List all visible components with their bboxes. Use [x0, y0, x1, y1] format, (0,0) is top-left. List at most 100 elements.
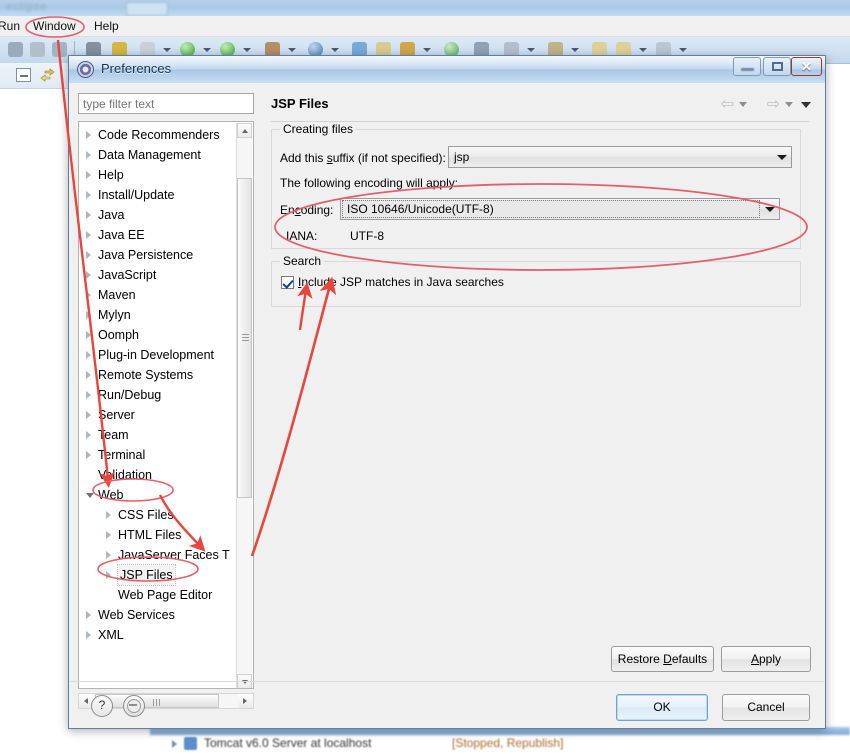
- tree-item-maven[interactable]: Maven: [79, 285, 239, 305]
- toolbar-icon-save[interactable]: [30, 42, 45, 57]
- ok-button[interactable]: OK: [616, 694, 708, 721]
- tree-expand-triangle-icon[interactable]: [86, 351, 91, 359]
- close-button[interactable]: ✕: [791, 57, 822, 76]
- tree-item-java-persistence[interactable]: Java Persistence: [79, 245, 239, 265]
- tree-item-server[interactable]: Server: [79, 405, 239, 425]
- tree-item-plug-in-development[interactable]: Plug-in Development: [79, 345, 239, 365]
- toolbar-icon-print[interactable]: [52, 42, 67, 57]
- back-dropdown-caret-icon[interactable]: [739, 102, 747, 107]
- server-list-item[interactable]: Tomcat v6.0 Server at localhost [Stopped…: [172, 736, 692, 752]
- toolbar-dropdown-refresh[interactable]: [571, 48, 579, 52]
- tree-item-javaserver-faces-t[interactable]: JavaServer Faces T: [79, 545, 239, 565]
- tree-item-team[interactable]: Team: [79, 425, 239, 445]
- tree-item-label: Install/Update: [98, 188, 175, 202]
- forward-dropdown-caret-icon[interactable]: [785, 102, 793, 107]
- help-button[interactable]: ?: [91, 695, 113, 717]
- tree-expand-triangle-icon[interactable]: [86, 131, 91, 139]
- tree-expand-triangle-icon[interactable]: [86, 311, 91, 319]
- encoding-combobox[interactable]: ISO 10646/Unicode(UTF-8): [340, 198, 780, 220]
- tree-expand-triangle-icon[interactable]: [86, 411, 91, 419]
- maximize-button[interactable]: [763, 57, 791, 76]
- tree-item-css-files[interactable]: CSS Files: [79, 505, 239, 525]
- toolbar-dropdown-link[interactable]: [679, 48, 687, 52]
- menu-item-help[interactable]: Help: [90, 18, 123, 34]
- tree-expand-triangle-icon[interactable]: [86, 391, 91, 399]
- filter-input[interactable]: [78, 93, 254, 114]
- tree-expand-triangle-icon[interactable]: [86, 631, 91, 639]
- apply-button[interactable]: Apply: [721, 646, 811, 672]
- tree-item-java[interactable]: Java: [79, 205, 239, 225]
- tree-expand-triangle-icon[interactable]: [86, 371, 91, 379]
- tree-item-run-debug[interactable]: Run/Debug: [79, 385, 239, 405]
- include-jsp-matches-checkbox[interactable]: [281, 276, 294, 289]
- tree-horizontal-scroll-thumb[interactable]: [95, 694, 219, 708]
- encoding-dropdown-icon[interactable]: [760, 199, 779, 219]
- tree-item-jsp-files[interactable]: JSP Files: [79, 564, 239, 586]
- page-menu-caret-icon[interactable]: [801, 102, 811, 108]
- tree-expand-triangle-icon[interactable]: [86, 151, 91, 159]
- shell-button[interactable]: [123, 695, 145, 717]
- tree-item-html-files[interactable]: HTML Files: [79, 525, 239, 545]
- tree-expand-triangle-icon[interactable]: [86, 431, 91, 439]
- tree-expand-triangle-icon[interactable]: [86, 231, 91, 239]
- tree-expand-triangle-icon[interactable]: [86, 451, 91, 459]
- tree-item-web-services[interactable]: Web Services: [79, 605, 239, 625]
- tree-expand-triangle-icon[interactable]: [86, 611, 91, 619]
- toolbar-dropdown-build[interactable]: [163, 48, 171, 52]
- toolbar-dropdown-run[interactable]: [203, 48, 211, 52]
- back-navigation-icon[interactable]: ⇦: [721, 97, 734, 113]
- toolbar-dropdown-history[interactable]: [527, 48, 535, 52]
- minimize-button[interactable]: [733, 57, 761, 76]
- restore-defaults-button[interactable]: Restore Defaults: [611, 646, 714, 672]
- tree-item-install-update[interactable]: Install/Update: [79, 185, 239, 205]
- tree-item-remote-systems[interactable]: Remote Systems: [79, 365, 239, 385]
- link-with-editor-icon[interactable]: [40, 68, 55, 82]
- tree-item-web[interactable]: Web: [79, 485, 239, 505]
- forward-navigation-icon[interactable]: ⇨: [767, 97, 780, 113]
- tree-expand-triangle-icon[interactable]: [86, 191, 91, 199]
- tree-item-validation[interactable]: Validation: [79, 465, 239, 485]
- menu-item-window[interactable]: Window: [29, 18, 80, 34]
- tree-vertical-scroll-thumb[interactable]: [237, 178, 252, 498]
- cancel-button[interactable]: Cancel: [722, 694, 810, 721]
- tree-expand-triangle-icon[interactable]: [86, 171, 91, 179]
- tree-expand-triangle-icon[interactable]: [106, 511, 111, 519]
- collapse-all-icon[interactable]: [16, 68, 31, 82]
- dialog-titlebar[interactable]: Preferences ✕: [69, 56, 825, 84]
- tree-vertical-scrollbar[interactable]: [236, 123, 252, 688]
- tree-item-web-page-editor[interactable]: Web Page Editor: [79, 585, 239, 605]
- tree-item-oomph[interactable]: Oomph: [79, 325, 239, 345]
- preferences-tree[interactable]: Code Recommenders Data Management Help Inst…: [78, 121, 254, 689]
- menu-item-run[interactable]: Run: [0, 18, 24, 34]
- tree-expand-triangle-icon[interactable]: [86, 251, 91, 259]
- suffix-dropdown-icon[interactable]: [772, 147, 791, 167]
- toolbar-dropdown-server[interactable]: [331, 48, 339, 52]
- toolbar-icon-align[interactable]: [8, 42, 23, 57]
- tree-item-terminal[interactable]: Terminal: [79, 445, 239, 465]
- tree-expand-triangle-icon[interactable]: [86, 291, 91, 299]
- tree-expand-triangle-icon[interactable]: [106, 531, 111, 539]
- tree-item-help[interactable]: Help: [79, 165, 239, 185]
- tree-item-code-recommenders[interactable]: Code Recommenders: [79, 125, 239, 145]
- tree-item-data-management[interactable]: Data Management: [79, 145, 239, 165]
- toolbar-dropdown-key[interactable]: [423, 48, 431, 52]
- suffix-combobox[interactable]: jsp: [448, 146, 792, 168]
- server-status: [Stopped, Republish]: [452, 736, 564, 750]
- tree-expand-triangle-icon[interactable]: [106, 551, 111, 559]
- tree-expand-triangle-icon[interactable]: [86, 271, 91, 279]
- scroll-right-arrow-icon[interactable]: [238, 694, 253, 708]
- tree-item-java-ee[interactable]: Java EE: [79, 225, 239, 245]
- tree-expand-triangle-icon[interactable]: [86, 331, 91, 339]
- tree-expand-triangle-icon[interactable]: [106, 571, 111, 579]
- preferences-dialog: Preferences ✕ Code Recommenders Data Mana…: [68, 55, 826, 729]
- tree-item-xml[interactable]: XML: [79, 625, 239, 645]
- tree-item-mylyn[interactable]: Mylyn: [79, 305, 239, 325]
- toolbar-dropdown-profile[interactable]: [288, 48, 296, 52]
- toolbar-dropdown-debug[interactable]: [243, 48, 251, 52]
- scroll-up-arrow-icon[interactable]: [237, 123, 252, 138]
- server-expand-triangle-icon[interactable]: [172, 740, 177, 748]
- toolbar-dropdown-open-folder[interactable]: [639, 48, 647, 52]
- tree-collapse-triangle-icon[interactable]: [86, 493, 94, 498]
- tree-expand-triangle-icon[interactable]: [86, 211, 91, 219]
- tree-item-javascript[interactable]: JavaScript: [79, 265, 239, 285]
